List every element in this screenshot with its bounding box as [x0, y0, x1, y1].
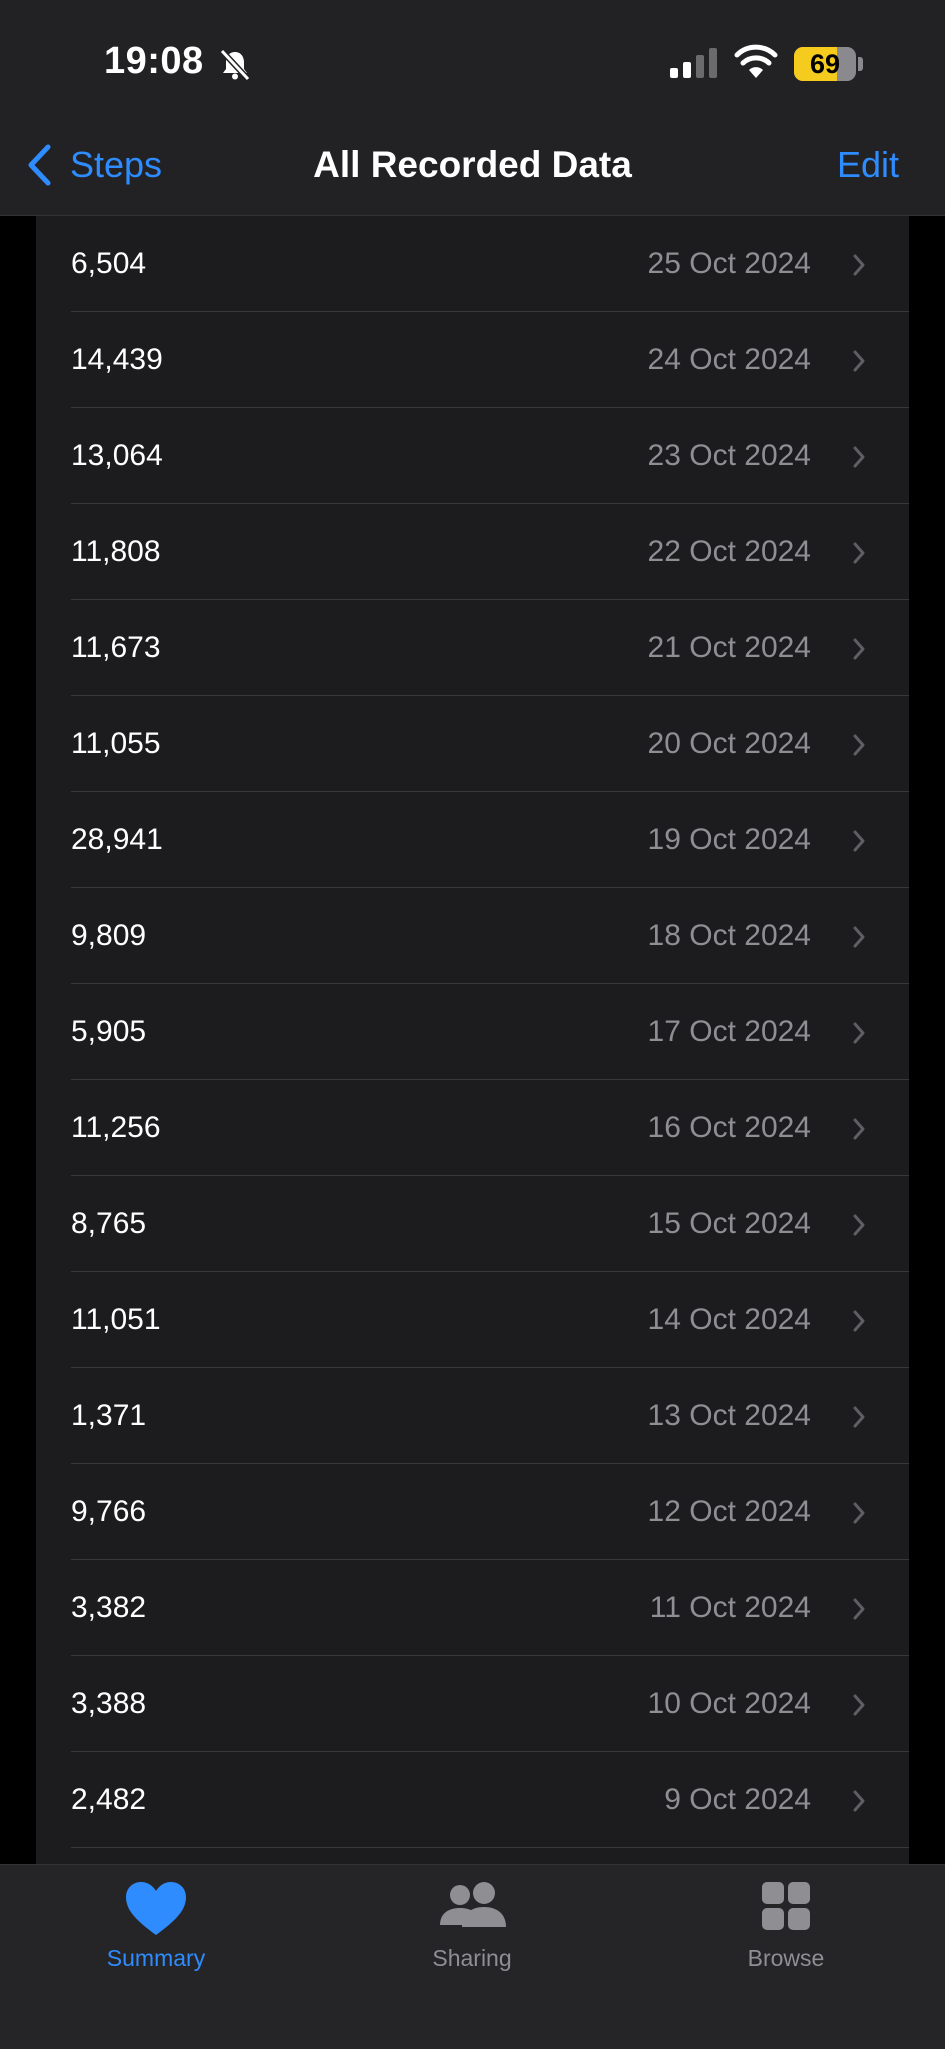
record-value: 11,808 — [71, 535, 161, 568]
records-list: 6,504 25 Oct 2024 14,439 24 Oct 2024 13,064 2… — [36, 216, 909, 1866]
chevron-right-icon — [853, 1406, 865, 1428]
record-value: 8,765 — [71, 1207, 147, 1240]
record-row[interactable]: 13,064 23 Oct 2024 — [36, 408, 909, 504]
chevron-right-icon — [853, 734, 865, 756]
record-value: 3,388 — [71, 1687, 147, 1720]
record-date: 24 Oct 2024 — [647, 343, 811, 376]
record-date: 20 Oct 2024 — [647, 727, 811, 760]
record-value: 11,256 — [71, 1111, 161, 1144]
record-row[interactable]: 6,504 25 Oct 2024 — [36, 216, 909, 312]
record-row[interactable]: 11,673 21 Oct 2024 — [36, 600, 909, 696]
record-row[interactable]: 11,051 14 Oct 2024 — [36, 1272, 909, 1368]
record-date: 10 Oct 2024 — [647, 1687, 811, 1720]
record-date: 18 Oct 2024 — [647, 919, 811, 952]
record-date: 11 Oct 2024 — [649, 1591, 811, 1624]
header: 19:08 69 Steps All Recorded Data Edit — [0, 0, 945, 216]
tab-sharing-label: Sharing — [432, 1945, 512, 1971]
record-row[interactable]: 1,371 13 Oct 2024 — [36, 1368, 909, 1464]
chevron-right-icon — [853, 350, 865, 372]
record-value: 9,766 — [71, 1495, 147, 1528]
record-row[interactable]: 11,808 22 Oct 2024 — [36, 504, 909, 600]
record-row[interactable]: 3,388 10 Oct 2024 — [36, 1656, 909, 1752]
chevron-right-icon — [853, 638, 865, 660]
record-value: 28,941 — [71, 823, 163, 856]
record-date: 16 Oct 2024 — [647, 1111, 811, 1144]
chevron-right-icon — [853, 1790, 865, 1812]
record-date: 9 Oct 2024 — [664, 1783, 811, 1816]
record-row[interactable]: 28,941 19 Oct 2024 — [36, 792, 909, 888]
chevron-right-icon — [853, 254, 865, 276]
edit-button[interactable]: Edit — [837, 140, 899, 190]
record-row[interactable]: 9,766 12 Oct 2024 — [36, 1464, 909, 1560]
record-row[interactable]: 3,382 11 Oct 2024 — [36, 1560, 909, 1656]
signal-icon — [670, 48, 717, 78]
record-value: 1,371 — [71, 1399, 147, 1432]
chevron-right-icon — [853, 446, 865, 468]
people-icon — [440, 1882, 506, 1927]
tab-browse-label: Browse — [747, 1945, 825, 1971]
status-time: 19:08 — [104, 40, 204, 82]
record-row[interactable]: 9,809 18 Oct 2024 — [36, 888, 909, 984]
record-date: 23 Oct 2024 — [647, 439, 811, 472]
record-row[interactable]: 8,765 15 Oct 2024 — [36, 1176, 909, 1272]
chevron-right-icon — [853, 830, 865, 852]
record-value: 3,382 — [71, 1591, 147, 1624]
record-value: 11,055 — [71, 727, 161, 760]
heart-icon — [126, 1882, 186, 1935]
record-date: 12 Oct 2024 — [647, 1495, 811, 1528]
tab-browse[interactable]: Browse — [686, 1879, 886, 1972]
record-value: 9,809 — [71, 919, 147, 952]
record-date: 25 Oct 2024 — [647, 247, 811, 280]
bell-slash-icon — [219, 48, 251, 82]
chevron-right-icon — [853, 1214, 865, 1236]
chevron-right-icon — [853, 1598, 865, 1620]
record-value: 2,482 — [71, 1783, 147, 1816]
record-row[interactable]: 11,256 16 Oct 2024 — [36, 1080, 909, 1176]
record-value: 11,051 — [71, 1303, 161, 1336]
battery-percentage: 69 — [809, 49, 841, 79]
record-value: 13,064 — [71, 439, 163, 472]
tab-sharing[interactable]: Sharing — [372, 1879, 572, 1972]
battery-terminal — [858, 57, 863, 71]
tab-summary-label: Summary — [106, 1945, 206, 1971]
record-date: 14 Oct 2024 — [647, 1303, 811, 1336]
record-date: 15 Oct 2024 — [647, 1207, 811, 1240]
battery-icon: 69 — [794, 47, 856, 81]
chevron-right-icon — [853, 1022, 865, 1044]
wifi-icon — [734, 44, 778, 78]
record-date: 17 Oct 2024 — [647, 1015, 811, 1048]
chevron-right-icon — [853, 1694, 865, 1716]
chevron-right-icon — [853, 1118, 865, 1140]
record-value: 14,439 — [71, 343, 163, 376]
tab-bar: Summary Sharing Browse — [0, 1864, 945, 2049]
chevron-right-icon — [853, 926, 865, 948]
record-date: 22 Oct 2024 — [647, 535, 811, 568]
record-value: 5,905 — [71, 1015, 147, 1048]
chevron-right-icon — [853, 542, 865, 564]
record-row[interactable]: 5,905 17 Oct 2024 — [36, 984, 909, 1080]
grid-icon — [762, 1882, 810, 1930]
record-date: 13 Oct 2024 — [647, 1399, 811, 1432]
record-date: 19 Oct 2024 — [647, 823, 811, 856]
record-row[interactable]: 14,439 24 Oct 2024 — [36, 312, 909, 408]
tab-summary[interactable]: Summary — [56, 1879, 256, 1972]
record-date: 21 Oct 2024 — [647, 631, 811, 664]
chevron-right-icon — [853, 1502, 865, 1524]
record-row[interactable]: 11,055 20 Oct 2024 — [36, 696, 909, 792]
record-value: 6,504 — [71, 247, 147, 280]
record-value: 11,673 — [71, 631, 161, 664]
page-title: All Recorded Data — [313, 144, 632, 185]
chevron-right-icon — [853, 1310, 865, 1332]
record-row[interactable]: 2,482 9 Oct 2024 — [36, 1752, 909, 1848]
